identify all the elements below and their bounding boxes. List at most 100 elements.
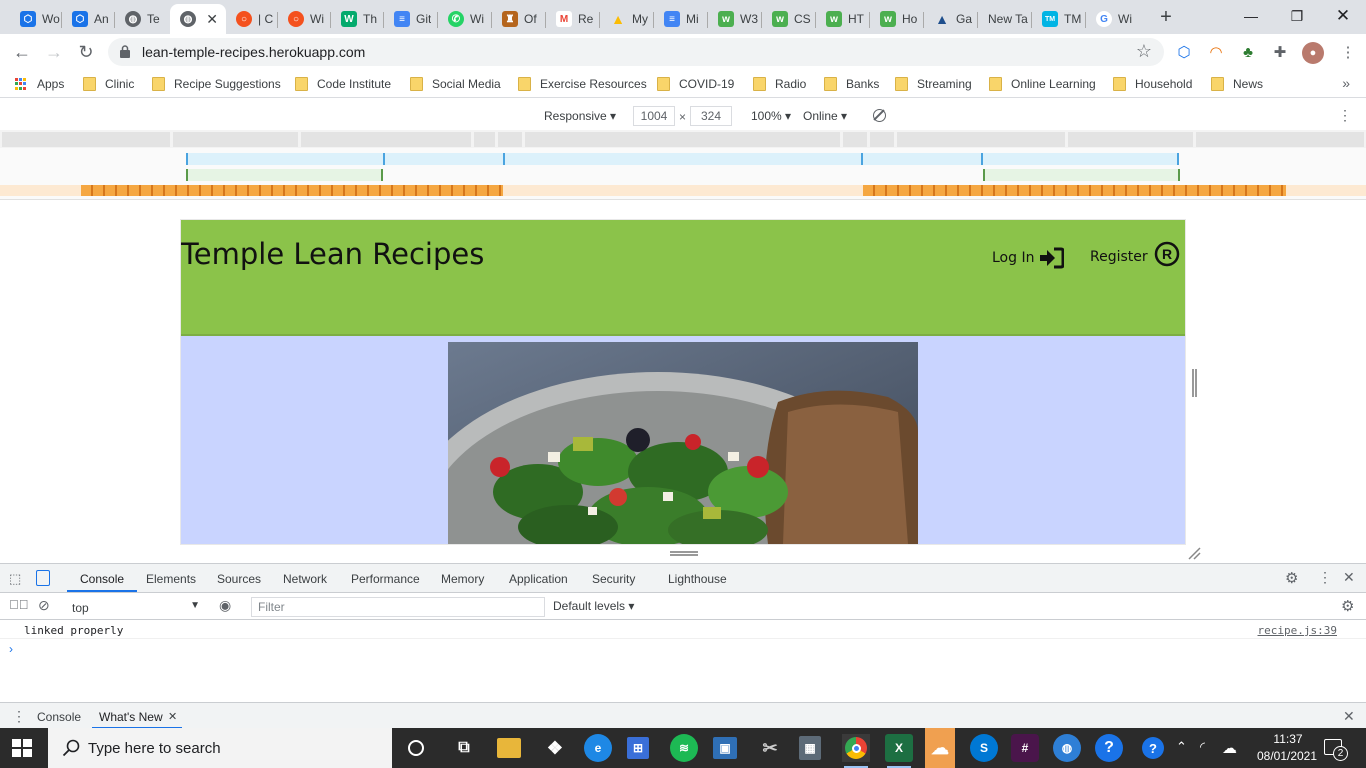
excel-icon[interactable]: X <box>885 734 913 768</box>
min-max-query-bar[interactable] <box>983 169 1180 181</box>
bookmark-folder[interactable]: Streaming <box>895 76 972 92</box>
help-icon[interactable]: ? <box>1095 734 1123 762</box>
bookmark-folder[interactable]: Online Learning <box>989 76 1096 92</box>
forward-button[interactable]: → <box>42 40 66 64</box>
puzzle-extension-icon[interactable]: ✚ <box>1270 42 1290 62</box>
snipping-tool-icon[interactable]: ✂ <box>756 734 784 762</box>
clear-console-icon[interactable]: ⊘ <box>38 597 50 614</box>
bookmark-folder[interactable]: Household <box>1113 76 1192 92</box>
bookmark-apps[interactable]: Apps <box>15 76 64 92</box>
drawer-tab-console[interactable]: Console <box>37 710 81 724</box>
slack-icon[interactable]: # <box>1011 734 1039 762</box>
browser-tab[interactable]: w Ho <box>870 4 924 34</box>
viewport-resize-corner[interactable] <box>1187 546 1201 560</box>
console-prompt[interactable]: › <box>9 642 13 656</box>
browser-tab[interactable]: ▲ Ga <box>924 4 978 34</box>
edge-icon[interactable]: e <box>584 734 612 762</box>
width-input[interactable]: 1004 <box>633 106 675 126</box>
browser-tab[interactable]: M Re <box>546 4 600 34</box>
help-tray-icon[interactable]: ? <box>1142 737 1164 759</box>
bookmark-folder[interactable]: Clinic <box>83 76 134 92</box>
device-mode-select[interactable]: Responsive ▾ <box>544 109 616 123</box>
more-options-icon[interactable]: ⋮ <box>1318 569 1332 586</box>
viewport-resize-handle-bottom[interactable] <box>670 551 698 556</box>
url-text[interactable]: lean-temple-recipes.herokuapp.com <box>142 44 365 60</box>
browser-tab[interactable]: ≡ Git <box>384 4 438 34</box>
browser-tab[interactable]: New Ta <box>978 4 1032 34</box>
device-size-ruler[interactable] <box>0 130 1366 148</box>
tab-lighthouse[interactable]: Lighthouse <box>668 572 727 586</box>
drawer-menu-icon[interactable]: ⋮ <box>12 708 26 725</box>
browser-tab[interactable]: ≡ Mi <box>654 4 708 34</box>
bookmark-folder[interactable]: Code Institute <box>295 76 391 92</box>
more-options-icon[interactable]: ⋮ <box>1338 107 1352 124</box>
calculator-icon[interactable]: ▦ <box>799 736 821 760</box>
onedrive-icon[interactable]: ☁ <box>926 734 954 762</box>
browser-tab[interactable]: ⬡ An <box>62 4 115 34</box>
filter-input[interactable]: Filter <box>251 597 545 617</box>
browser-tab[interactable]: ○ | C <box>226 4 278 34</box>
cortana-icon[interactable] <box>402 734 430 762</box>
reload-button[interactable]: ↻ <box>74 40 98 64</box>
browser-tab[interactable]: ○ Wi <box>278 4 331 34</box>
chevron-right-icon[interactable]: » <box>1342 75 1350 91</box>
min-width-query-bar[interactable] <box>863 185 1286 196</box>
tab-sources[interactable]: Sources <box>217 572 261 586</box>
sidebar-toggle-icon[interactable]: ▸⃞ <box>9 597 29 612</box>
store-icon[interactable]: ⊞ <box>627 737 649 759</box>
zoom-select[interactable]: 100% ▾ <box>751 109 791 123</box>
maximize-button[interactable]: ❐ <box>1274 0 1320 32</box>
register-link[interactable]: Register R <box>1090 241 1180 267</box>
windows-start-icon[interactable] <box>12 739 32 757</box>
close-devtools-icon[interactable]: ✕ <box>1343 569 1355 586</box>
context-select[interactable]: top ▼ <box>64 598 204 616</box>
browser-tab[interactable]: ✆ Wi <box>438 4 492 34</box>
inspect-element-icon[interactable]: ⬚ <box>9 571 21 587</box>
tab-console[interactable]: Console <box>80 572 124 586</box>
tree-extension-icon[interactable]: ♣ <box>1238 42 1258 62</box>
cloud-tray-icon[interactable]: ☁ <box>1222 739 1237 757</box>
browser-tab[interactable]: w HT <box>816 4 870 34</box>
hex-extension-icon[interactable]: ⬡ <box>1174 42 1194 62</box>
task-view-icon[interactable]: ⧉ <box>450 734 478 762</box>
browser-tab[interactable]: ♜ Of <box>492 4 546 34</box>
browser-tab[interactable]: w W3 <box>708 4 762 34</box>
bookmark-folder[interactable]: Social Media <box>410 76 501 92</box>
browser-tab-active[interactable]: ◍ ✕ <box>170 4 226 34</box>
drawer-tab-whats-new[interactable]: What's New <box>99 710 163 724</box>
bookmark-folder[interactable]: Radio <box>753 76 806 92</box>
network-throttle-select[interactable]: Online ▾ <box>803 109 847 123</box>
file-explorer-icon[interactable] <box>497 738 521 758</box>
spotify-icon[interactable]: ≋ <box>670 734 698 762</box>
chrome-taskbar-icon[interactable] <box>842 734 870 768</box>
chevron-up-icon[interactable]: ⌃ <box>1176 739 1187 755</box>
bookmark-folder[interactable]: News <box>1211 76 1263 92</box>
site-brand[interactable]: Temple Lean Recipes <box>181 237 484 271</box>
close-window-button[interactable]: ✕ <box>1320 0 1366 32</box>
tab-performance[interactable]: Performance <box>351 572 420 586</box>
console-message-source-link[interactable]: recipe.js:39 <box>1258 624 1337 637</box>
control-panel-icon[interactable]: ▣ <box>713 737 737 759</box>
arc-extension-icon[interactable]: ◠ <box>1206 42 1226 62</box>
close-drawer-icon[interactable]: ✕ <box>1343 708 1355 725</box>
rotate-icon[interactable] <box>873 109 886 122</box>
browser-tab[interactable]: ◍ Te <box>115 4 170 34</box>
console-settings-gear-icon[interactable]: ⚙ <box>1341 597 1354 615</box>
wifi-icon[interactable]: ◜ <box>1200 739 1205 755</box>
browser-tab[interactable]: ▲ My <box>600 4 654 34</box>
height-input[interactable]: 324 <box>690 106 732 126</box>
clock-time[interactable]: 11:37 <box>1263 732 1313 746</box>
min-width-query-bar[interactable] <box>81 185 503 196</box>
clock-date[interactable]: 08/01/2021 <box>1254 749 1320 763</box>
back-button[interactable]: ← <box>10 40 34 64</box>
new-tab-button[interactable]: + <box>1154 5 1178 29</box>
eye-icon[interactable]: ◉ <box>219 597 231 614</box>
log-levels-select[interactable]: Default levels ▾ <box>553 599 634 613</box>
profile-avatar[interactable]: ● <box>1302 42 1324 64</box>
address-bar[interactable]: lean-temple-recipes.herokuapp.com ☆ <box>108 38 1164 66</box>
chrome-menu-icon[interactable]: ⋮ <box>1338 42 1358 62</box>
tab-security[interactable]: Security <box>592 572 635 586</box>
bookmark-star-icon[interactable]: ☆ <box>1136 41 1152 62</box>
login-link[interactable]: Log In <box>992 247 1065 269</box>
bookmark-folder[interactable]: Exercise Resources <box>518 76 647 92</box>
